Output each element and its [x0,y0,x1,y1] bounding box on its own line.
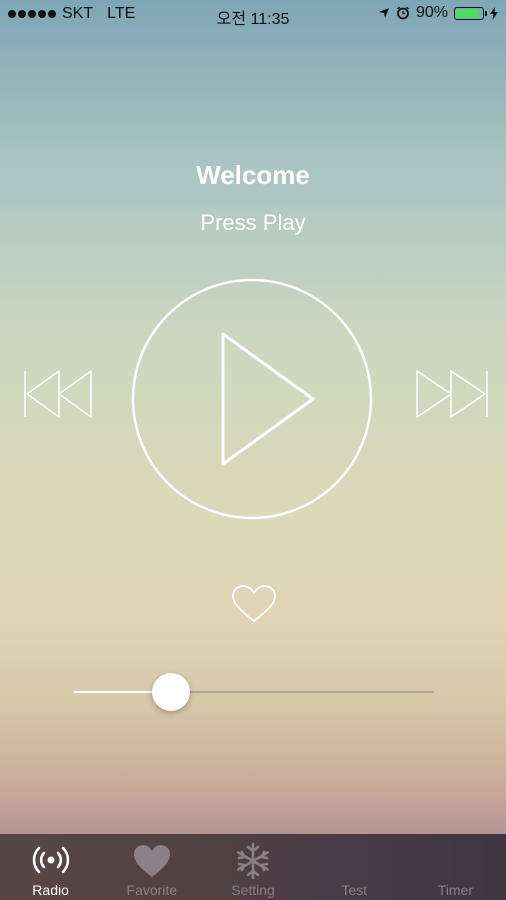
tab-label: Timer [437,882,474,898]
play-icon [221,332,315,466]
track-subtitle: Press Play [200,210,306,235]
rewind-icon [24,370,92,418]
fast-forward-button[interactable] [414,368,490,420]
track-title: Welcome [196,160,310,190]
status-bar: SKT LTE 오전 11:35 90% [0,0,506,28]
status-right: 90% [378,4,498,22]
battery-percent: 90% [415,4,448,21]
radio-waves-icon [32,846,69,874]
tab-label: Favorite [126,882,178,898]
heart-outline-icon [232,585,276,622]
tab-setting[interactable]: Setting [202,834,303,900]
fast-forward-icon [416,370,488,418]
play-button[interactable] [131,278,373,520]
tab-test[interactable]: Test [304,834,405,900]
slider-thumb[interactable] [152,673,191,711]
alarm-clock-icon [396,6,409,20]
snowflake-settings-icon [237,842,270,880]
battery-icon [454,6,487,20]
tab-favorite[interactable]: Favorite [101,834,202,900]
tab-label: Test [341,882,368,898]
charging-bolt-icon [490,6,498,20]
favorite-heart-button[interactable] [230,583,278,625]
tab-radio[interactable]: Radio [0,834,101,900]
location-arrow-icon [378,8,389,18]
tab-label: Setting [231,882,275,898]
tab-bar: Radio Favorite Setting Test Timer [0,834,506,900]
volume-slider[interactable] [74,672,434,712]
tab-timer[interactable]: Timer [405,834,506,900]
tab-label: Radio [32,882,69,898]
rewind-button[interactable] [22,368,94,420]
heart-icon [133,845,170,877]
